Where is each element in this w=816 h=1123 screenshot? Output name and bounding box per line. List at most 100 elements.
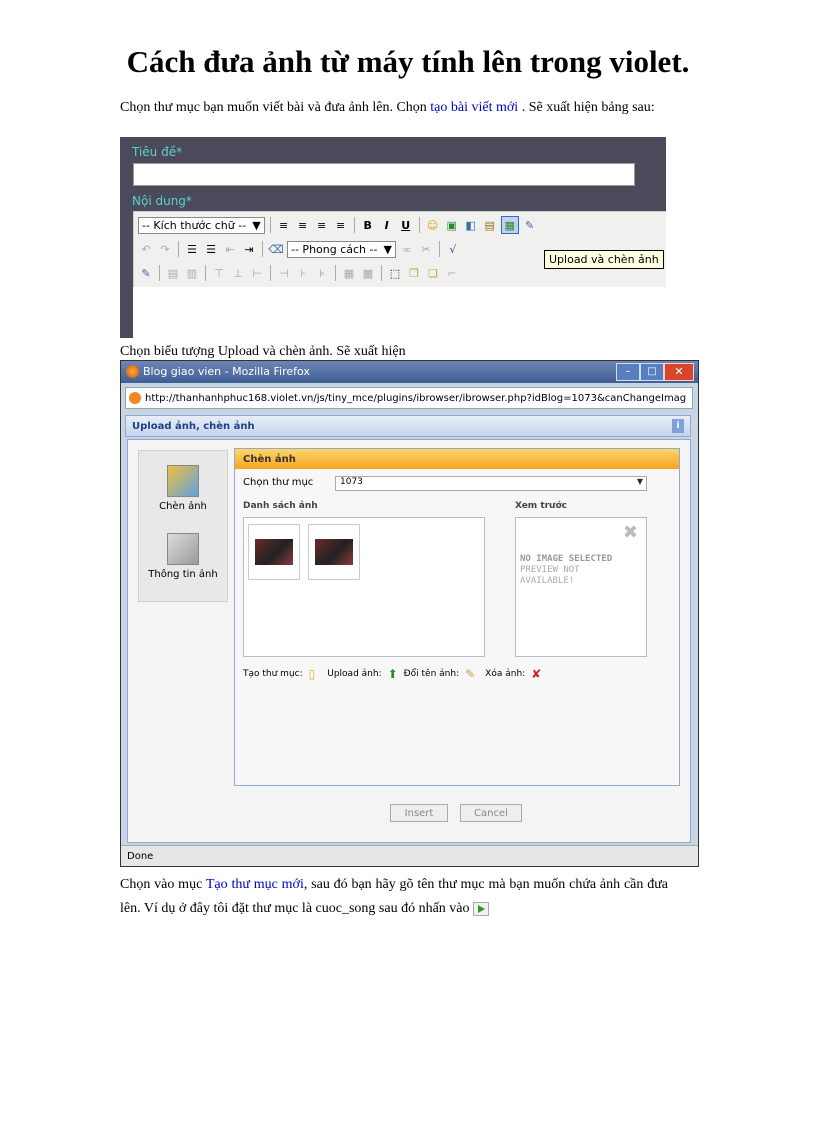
address-url: http://thanhanhphuc168.violet.vn/js/tiny… [145, 392, 687, 404]
eraser-icon[interactable]: ⌫ [268, 241, 284, 257]
content-field-label: Nội dung* [132, 194, 192, 208]
align-left-icon[interactable]: ≡ [276, 217, 292, 233]
dialog-header: Upload ảnh, chèn ảnh i [125, 415, 691, 437]
maximize-button[interactable]: □ [640, 363, 664, 381]
numbered-list-icon[interactable]: ☰ [203, 241, 219, 257]
rename-label: Đổi tên ảnh: [403, 669, 460, 679]
status-bar: Done [121, 845, 698, 866]
merge-cells-icon[interactable]: ▩ [360, 265, 376, 281]
media-icon[interactable]: ◧ [463, 217, 479, 233]
sidebar-info-label[interactable]: Thông tin ảnh [139, 569, 227, 580]
content-edit-area[interactable] [133, 287, 666, 338]
emoticon-icon[interactable]: ☺ [425, 217, 441, 233]
italic-icon[interactable]: I [379, 217, 395, 233]
style-select[interactable]: -- Phong cách -- ▼ [287, 240, 396, 258]
intro-text-start: Chọn thư mục bạn muốn viết bài và đưa ản… [120, 100, 431, 115]
row-after-icon[interactable]: ⊥ [230, 265, 246, 281]
sidebar-insert-label[interactable]: Chèn ảnh [139, 501, 227, 512]
toolbar-separator [418, 217, 420, 233]
create-folder-label: Tạo thư mục: [243, 669, 303, 679]
image-list-label: Danh sách ảnh [243, 501, 318, 511]
link-icon[interactable]: ∞ [399, 241, 415, 257]
toolbar-row-2: ↶ ↷ ☰ ☰ ⇤ ⇥ ⌫ -- Phong cách -- ▼ ∞ ✂ √ [138, 239, 461, 259]
bullet-list-icon[interactable]: ☰ [184, 241, 200, 257]
crop-icon[interactable]: ⌐ [444, 265, 460, 281]
rename-icon[interactable]: ✎ [465, 667, 475, 681]
new-post-link[interactable]: tạo bài viết mới [430, 100, 518, 115]
align-right-icon[interactable]: ≡ [314, 217, 330, 233]
unlink-icon[interactable]: ✂ [418, 241, 434, 257]
insert-button[interactable]: Insert [390, 804, 448, 822]
align-justify-icon[interactable]: ≡ [333, 217, 349, 233]
undo-icon[interactable]: ↶ [138, 241, 154, 257]
go-button-icon [473, 901, 490, 916]
chevron-down-icon: ▼ [636, 477, 643, 486]
step3-text-start: Chọn vào mục [120, 877, 206, 892]
cancel-button[interactable]: Cancel [460, 804, 522, 822]
image-info-icon[interactable] [167, 533, 199, 565]
insert-image-panel: Chèn ảnh Chọn thư mục 1073 ▼ Danh sách ả… [234, 448, 680, 786]
image-thumbnail[interactable] [308, 524, 360, 580]
info-icon[interactable]: i [672, 419, 684, 433]
image-icon[interactable]: ▣ [444, 217, 460, 233]
upload-tooltip: Upload và chèn ảnh [544, 250, 664, 269]
row-before-icon[interactable]: ⊤ [211, 265, 227, 281]
toolbar-separator [335, 265, 336, 281]
address-bar[interactable]: http://thanhanhphuc168.violet.vn/js/tiny… [125, 387, 693, 409]
chevron-down-icon: ▼ [252, 218, 261, 232]
toolbar-separator [178, 241, 179, 257]
folder-label: Chọn thư mục [243, 477, 314, 488]
toolbar-separator [205, 265, 206, 281]
paragraph-intro: Chọn thư mục bạn muốn viết bài và đưa ản… [120, 100, 668, 116]
title-input[interactable] [133, 163, 635, 186]
col-after-icon[interactable]: ⊦ [295, 265, 311, 281]
toolbar-separator [269, 217, 271, 233]
preview-unavailable-text-2: AVAILABLE! [520, 576, 575, 586]
upload-insert-image-icon[interactable]: ▦ [500, 216, 519, 234]
document-title: Cách đưa ảnh từ máy tính lên trong viole… [126, 44, 690, 79]
action-bar: Tạo thư mục: ▯ Upload ảnh: ⬆ Đổi tên ảnh… [243, 667, 541, 681]
dialog-body: Chèn ảnh Thông tin ảnh Chèn ảnh Chọn thư… [127, 439, 691, 843]
table-icon[interactable]: ▤ [165, 265, 181, 281]
paragraph-step2: Chọn biểu tượng Upload và chèn ảnh. Sẽ x… [120, 344, 406, 359]
delete-label: Xóa ảnh: [485, 669, 526, 679]
insert-image-icon[interactable] [167, 465, 199, 497]
math-formula-icon[interactable]: √ [445, 241, 461, 257]
delete-row-icon[interactable]: ⊢ [249, 265, 265, 281]
font-size-select[interactable]: -- Kích thước chữ -- ▼ [138, 216, 265, 234]
edit-icon[interactable]: ✎ [522, 217, 538, 233]
close-button[interactable]: ✕ [664, 363, 694, 381]
paste-row-icon[interactable]: ❏ [425, 265, 441, 281]
no-image-icon: ✖ [622, 522, 638, 543]
toolbar-row-1: -- Kích thước chữ -- ▼ ≡ ≡ ≡ ≡ B I U ☺ ▣ … [138, 215, 538, 235]
table-edit-icon[interactable]: ✎ [138, 265, 154, 281]
toolbar-separator [270, 265, 271, 281]
toolbar-separator [438, 241, 440, 257]
outdent-icon[interactable]: ⇤ [222, 241, 238, 257]
create-folder-link[interactable]: Tạo thư mục mới [206, 877, 304, 892]
firefox-screenshot: Blog giao vien - Mozilla Firefox – □ ✕ h… [120, 360, 699, 867]
upload-icon[interactable]: ⬆ [388, 667, 398, 681]
copy-icon[interactable]: ❐ [406, 265, 422, 281]
firefox-logo-icon [126, 365, 139, 378]
panel-header: Chèn ảnh [235, 449, 679, 469]
chevron-down-icon: ▼ [383, 242, 392, 256]
window-titlebar: Blog giao vien - Mozilla Firefox – □ ✕ [121, 361, 698, 383]
delete-icon[interactable]: ✘ [531, 667, 541, 681]
delete-col-icon[interactable]: ⊧ [314, 265, 330, 281]
bold-icon[interactable]: B [360, 217, 376, 233]
upload-label: Upload ảnh: [327, 669, 382, 679]
table-props-icon[interactable]: ▥ [184, 265, 200, 281]
select-all-icon[interactable]: ⬚ [387, 265, 403, 281]
image-thumbnail[interactable] [248, 524, 300, 580]
underline-icon[interactable]: U [398, 217, 414, 233]
redo-icon[interactable]: ↷ [157, 241, 173, 257]
indent-icon[interactable]: ⇥ [241, 241, 257, 257]
align-center-icon[interactable]: ≡ [295, 217, 311, 233]
create-folder-icon[interactable]: ▯ [309, 667, 316, 681]
col-before-icon[interactable]: ⊣ [276, 265, 292, 281]
folder-select[interactable]: 1073 ▼ [335, 476, 647, 491]
paste-icon[interactable]: ▤ [482, 217, 498, 233]
split-cells-icon[interactable]: ▦ [341, 265, 357, 281]
minimize-button[interactable]: – [616, 363, 640, 381]
